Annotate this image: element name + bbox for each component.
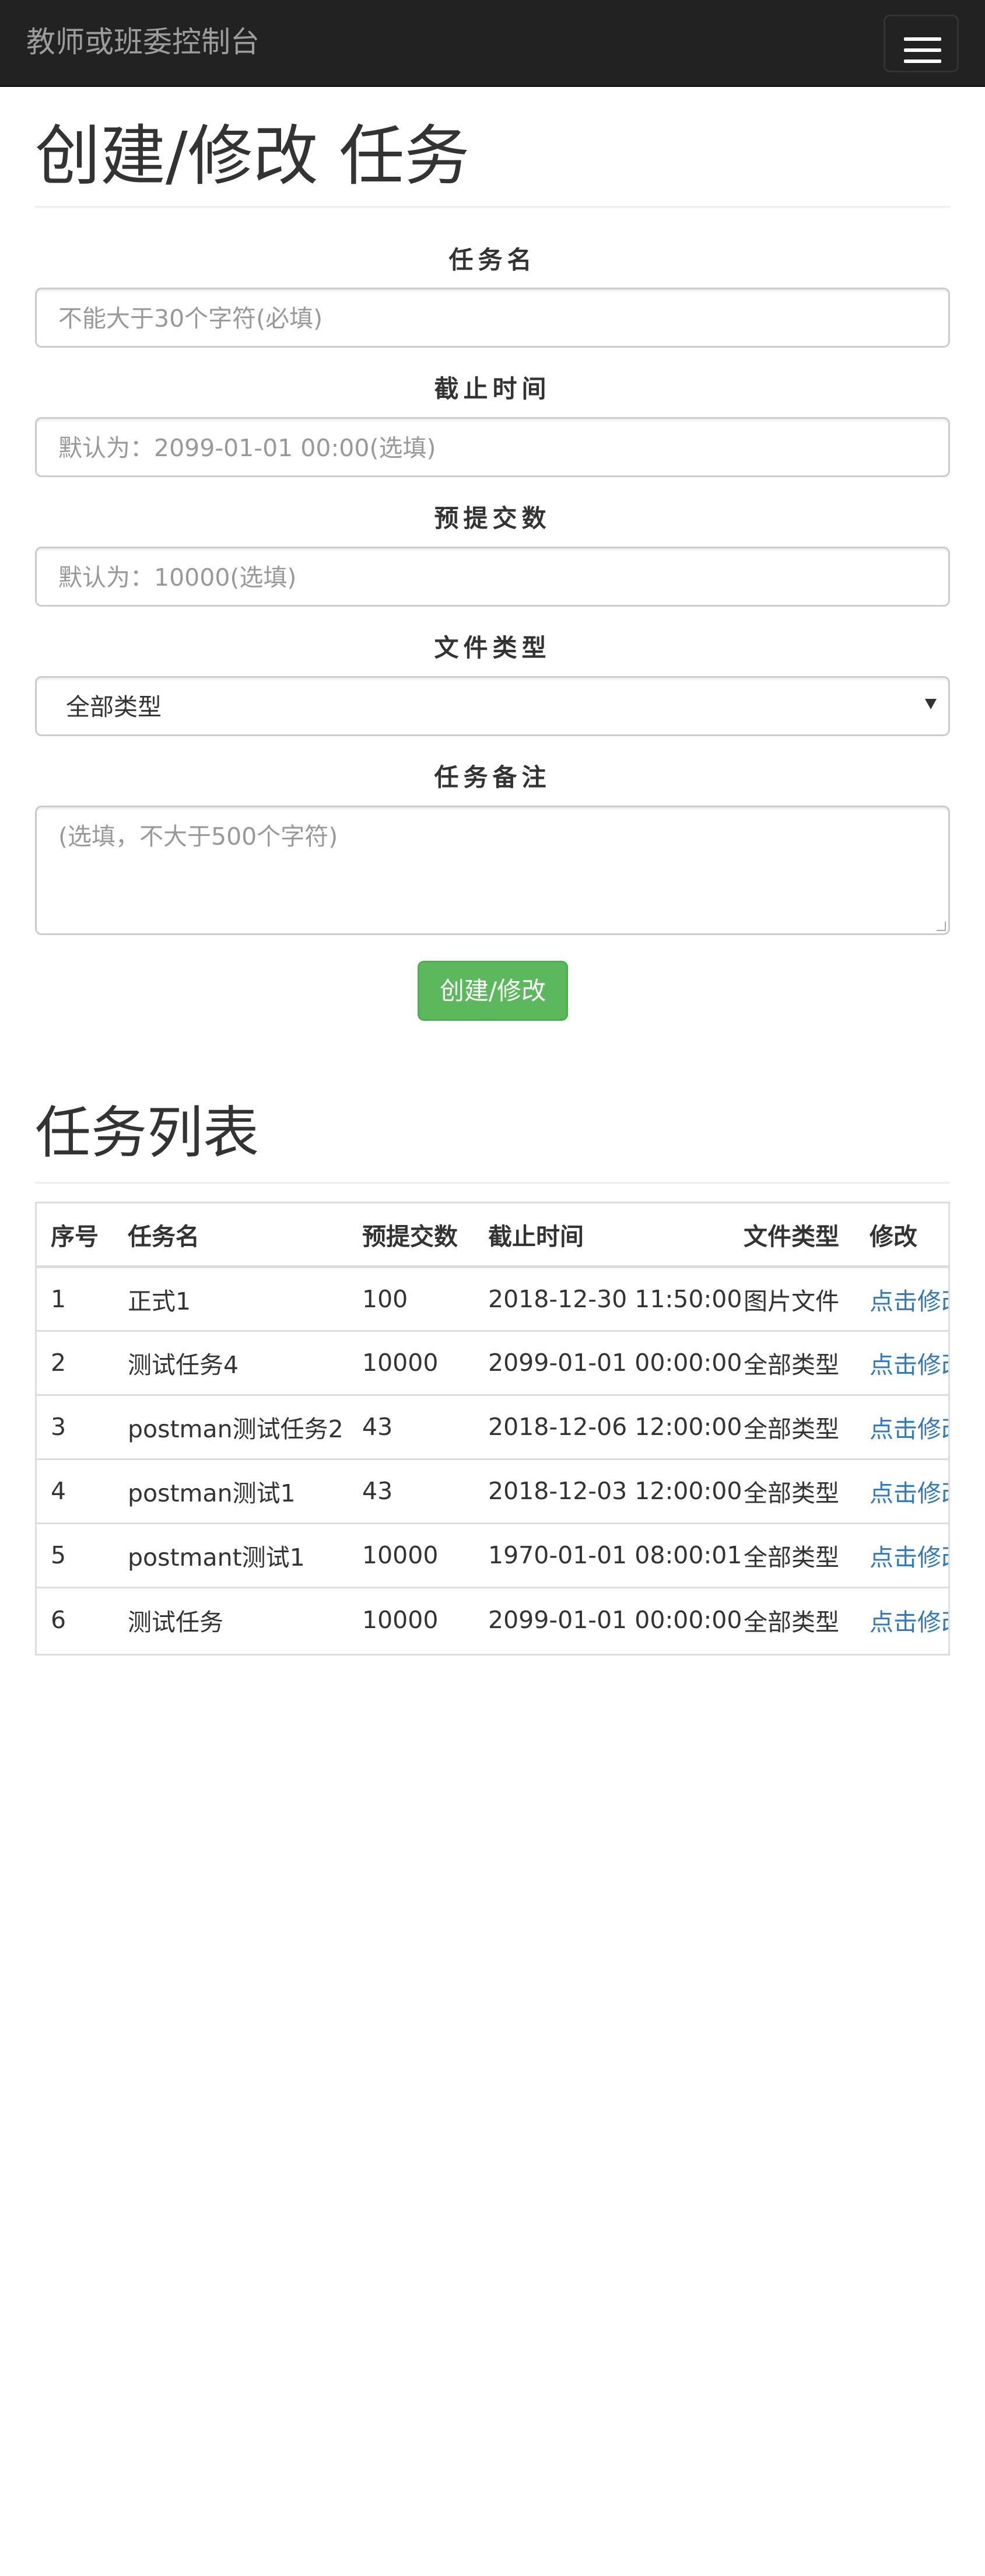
- deadline-cell: 2099-01-01 00:00:00: [474, 1329, 742, 1395]
- column-header: 截止时间: [474, 1203, 730, 1268]
- column-header: 文件类型: [730, 1203, 856, 1268]
- column-header: 任务名: [114, 1203, 348, 1268]
- expected-count-placeholder: 默认为：10000(选填): [58, 564, 297, 592]
- remark-label: 任务备注: [434, 763, 551, 792]
- table-header-row: 序号 任务名 预提交数 截止时间 文件类型 修改: [37, 1203, 948, 1268]
- navbar-toggle-button[interactable]: [884, 15, 959, 72]
- row-index: 4: [37, 1458, 114, 1523]
- deadline-placeholder: 默认为：2099-01-01 00:00(选填): [58, 434, 436, 462]
- table-row: 4 postman测试1 43 2018-12-03 12:00:00 全部类型…: [37, 1458, 948, 1523]
- file-type-select[interactable]: 全部类型: [35, 676, 950, 736]
- column-header: 序号: [37, 1203, 114, 1268]
- task-name-cell: postman测试1: [114, 1458, 348, 1523]
- task-name-input[interactable]: 不能大于30个字符(必填): [35, 288, 950, 348]
- page-title: 创建/修改 任务: [35, 118, 470, 194]
- submit-button[interactable]: 创建/修改: [418, 961, 568, 1021]
- row-index: 6: [37, 1586, 114, 1651]
- file-type-label: 文件类型: [434, 634, 551, 662]
- task-table-container[interactable]: 序号 任务名 预提交数 截止时间 文件类型 修改 1 正式1 100 2018-…: [35, 1202, 950, 1656]
- remark-placeholder: (选填，不大于500个字符): [58, 822, 338, 850]
- task-name-placeholder: 不能大于30个字符(必填): [58, 304, 323, 332]
- expected-count-cell: 10000: [348, 1522, 474, 1587]
- deadline-cell: 2099-01-01 00:00:00: [474, 1586, 742, 1651]
- expected-count-cell: 100: [362, 1284, 408, 1313]
- expected-count-cell: 10000: [348, 1586, 474, 1651]
- file-type-cell: 全部类型: [730, 1458, 856, 1523]
- row-index: 2: [37, 1329, 114, 1395]
- table-row: 2 测试任务4 10000 2099-01-01 00:00:00 全部类型 点…: [37, 1329, 948, 1395]
- row-index: 3: [37, 1394, 114, 1459]
- resize-handle-icon[interactable]: [937, 922, 946, 931]
- expected-count-label: 预提交数: [434, 504, 551, 533]
- column-header: 修改: [856, 1203, 948, 1268]
- remark-textarea[interactable]: (选填，不大于500个字符): [35, 806, 950, 935]
- table-row: 1 正式1 100 2018-12-30 11:50:00 图片文件 点击修改: [37, 1266, 948, 1331]
- file-type-cell: 全部类型: [730, 1586, 856, 1651]
- row-index: 5: [37, 1522, 114, 1587]
- edit-link[interactable]: 点击修改: [870, 1415, 948, 1443]
- task-table: 序号 任务名 预提交数 截止时间 文件类型 修改 1 正式1 100 2018-…: [37, 1203, 948, 1651]
- edit-link[interactable]: 点击修改: [870, 1287, 948, 1315]
- deadline-input[interactable]: 默认为：2099-01-01 00:00(选填): [35, 417, 950, 477]
- edit-link[interactable]: 点击修改: [870, 1479, 948, 1507]
- file-type-cell: 全部类型: [730, 1522, 856, 1587]
- edit-link[interactable]: 点击修改: [870, 1544, 948, 1572]
- table-row: 5 postmant测试1 10000 1970-01-01 08:00:01 …: [37, 1522, 948, 1587]
- table-row: 6 测试任务 10000 2099-01-01 00:00:00 全部类型 点击…: [37, 1586, 948, 1651]
- task-name-cell: 正式1: [128, 1287, 191, 1315]
- edit-link[interactable]: 点击修改: [870, 1351, 948, 1379]
- task-name-cell: 测试任务4: [114, 1329, 348, 1395]
- expected-count-cell: 43: [348, 1394, 474, 1459]
- table-row: 3 postman测试任务2 43 2018-12-06 12:00:00 全部…: [37, 1394, 948, 1459]
- task-name-label: 任务名: [448, 246, 537, 274]
- deadline-cell: 2018-12-06 12:00:00: [474, 1394, 742, 1459]
- deadline-cell: 2018-12-03 12:00:00: [474, 1458, 742, 1523]
- expected-count-cell: 10000: [348, 1329, 474, 1395]
- file-type-selected-value: 全部类型: [66, 693, 162, 721]
- title-divider: [35, 206, 950, 208]
- dropdown-arrow-icon: [925, 699, 937, 709]
- task-list-title: 任务列表: [35, 1100, 259, 1166]
- deadline-label: 截止时间: [434, 374, 551, 403]
- deadline-cell: 2018-12-30 11:50:00: [488, 1284, 742, 1313]
- column-header: 预提交数: [348, 1203, 474, 1268]
- task-name-cell: 测试任务: [114, 1586, 348, 1651]
- file-type-cell: 全部类型: [730, 1329, 856, 1395]
- navbar: 教师或班委控制台: [0, 0, 985, 87]
- file-type-cell: 全部类型: [730, 1394, 856, 1459]
- expected-count-cell: 43: [348, 1458, 474, 1523]
- navbar-brand[interactable]: 教师或班委控制台: [26, 24, 260, 60]
- task-list-divider: [35, 1182, 950, 1184]
- task-name-cell: postman测试任务2: [114, 1394, 348, 1459]
- edit-link[interactable]: 点击修改: [870, 1608, 948, 1636]
- task-name-cell: postmant测试1: [114, 1522, 348, 1587]
- expected-count-input[interactable]: 默认为：10000(选填): [35, 547, 950, 607]
- deadline-cell: 1970-01-01 08:00:01: [474, 1522, 742, 1587]
- row-index: 1: [51, 1284, 66, 1313]
- file-type-cell: 图片文件: [744, 1287, 839, 1315]
